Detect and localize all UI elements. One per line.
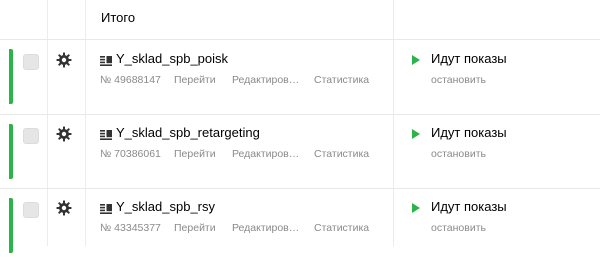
- play-icon: [412, 55, 420, 65]
- campaign-number: № 70386061: [100, 148, 161, 160]
- go-link[interactable]: Перейти: [174, 222, 216, 234]
- active-status-stripe: [9, 124, 13, 179]
- edit-link[interactable]: Редактиров…: [232, 148, 299, 160]
- status-text: Идут показы: [431, 125, 507, 140]
- campaign-number: № 49688147: [100, 74, 161, 86]
- campaign-name-link[interactable]: Y_sklad_spb_rsy: [116, 199, 215, 214]
- gear-icon[interactable]: [56, 52, 72, 68]
- totals-row: Итого: [0, 0, 600, 39]
- row-select-checkbox[interactable]: [23, 128, 39, 144]
- row-select-checkbox[interactable]: [23, 202, 39, 218]
- campaign-type-icon: [100, 56, 112, 66]
- totals-label: Итого: [101, 10, 136, 25]
- edit-link[interactable]: Редактиров…: [232, 222, 299, 234]
- go-link[interactable]: Перейти: [174, 148, 216, 160]
- edit-link[interactable]: Редактиров…: [232, 74, 299, 86]
- statistics-link[interactable]: Статистика: [314, 222, 369, 234]
- campaign-number: № 43345377: [100, 222, 161, 234]
- stop-link[interactable]: остановить: [431, 74, 486, 86]
- status-text: Идут показы: [431, 51, 507, 66]
- stop-link[interactable]: остановить: [431, 222, 486, 234]
- row-select-checkbox[interactable]: [23, 54, 39, 70]
- play-icon: [412, 129, 420, 139]
- statistics-link[interactable]: Статистика: [314, 74, 369, 86]
- active-status-stripe: [9, 49, 13, 104]
- gear-icon[interactable]: [56, 200, 72, 216]
- play-icon: [412, 203, 420, 213]
- campaign-row: Y_sklad_spb_rsy № 43345377 Перейти Редак…: [0, 188, 600, 263]
- stop-link[interactable]: остановить: [431, 148, 486, 160]
- campaign-type-icon: [100, 204, 112, 214]
- go-link[interactable]: Перейти: [174, 74, 216, 86]
- campaign-name-link[interactable]: Y_sklad_spb_retargeting: [116, 125, 260, 140]
- campaign-name-link[interactable]: Y_sklad_spb_poisk: [116, 51, 228, 66]
- active-status-stripe: [9, 198, 13, 253]
- status-text: Идут показы: [431, 199, 507, 214]
- campaign-row: Y_sklad_spb_poisk № 49688147 Перейти Ред…: [0, 40, 600, 115]
- statistics-link[interactable]: Статистика: [314, 148, 369, 160]
- campaign-type-icon: [100, 130, 112, 140]
- campaign-row: Y_sklad_spb_retargeting № 70386061 Перей…: [0, 114, 600, 189]
- gear-icon[interactable]: [56, 126, 72, 142]
